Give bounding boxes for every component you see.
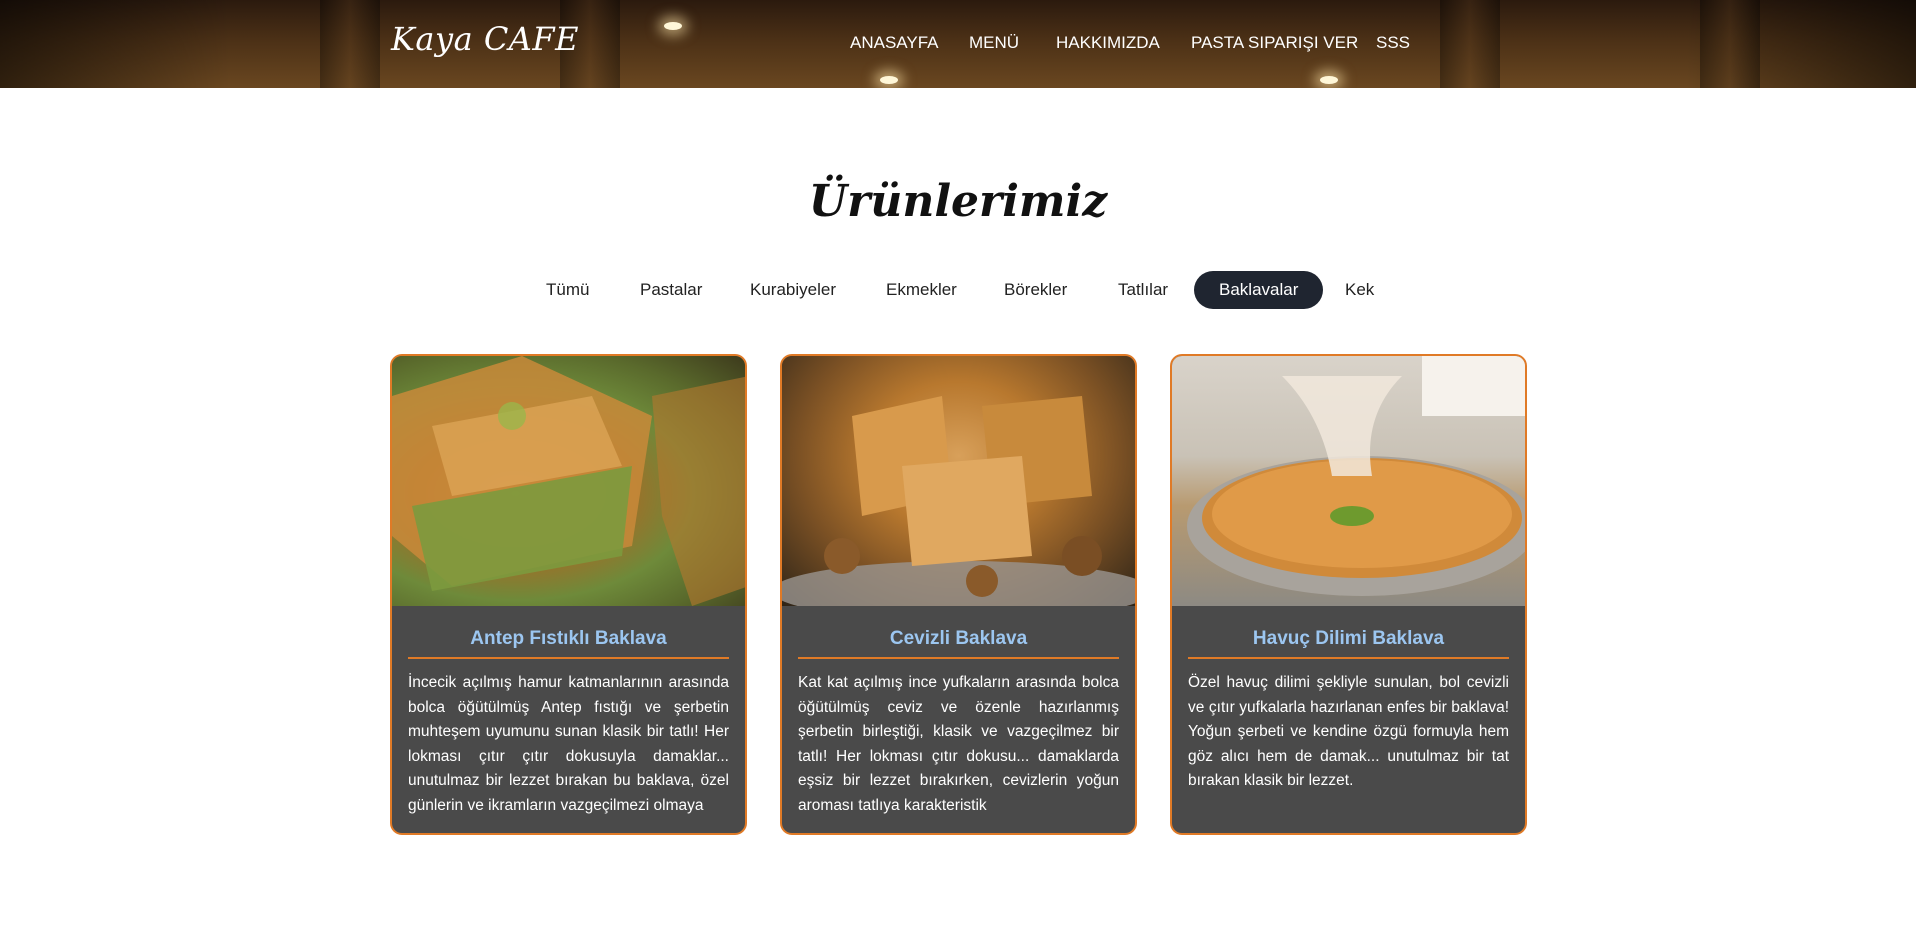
- baklava-pistachio-image: [392, 356, 745, 606]
- nav-faq[interactable]: SSS: [1376, 33, 1410, 53]
- product-name: Havuç Dilimi Baklava: [1188, 621, 1509, 659]
- product-card[interactable]: Havuç Dilimi Baklava Özel havuç dilimi ş…: [1170, 354, 1527, 835]
- ceiling-lamp: [880, 76, 898, 84]
- ceiling-lamp: [1320, 76, 1338, 84]
- product-description: Kat kat açılmış ince yufkaların arasında…: [798, 674, 1119, 814]
- product-description: İncecik açılmış hamur katmanlarının aras…: [408, 674, 729, 814]
- product-card[interactable]: Antep Fıstıklı Baklava İncecik açılmış h…: [390, 354, 747, 835]
- filter-cakes[interactable]: Pastalar: [615, 271, 727, 309]
- filter-desserts[interactable]: Tatlılar: [1093, 271, 1193, 309]
- main-nav: ANASAYFA MENÜ HAKKIMIZDA PASTA SIPARIŞI …: [0, 33, 1916, 57]
- product-description: Özel havuç dilimi şekliyle sunulan, bol …: [1188, 674, 1509, 789]
- products-title: Ürünlerimiz: [808, 176, 1108, 227]
- product-image: [392, 356, 745, 606]
- baklava-walnut-image: [782, 396, 1135, 621]
- ceiling-lamp: [664, 22, 682, 30]
- product-card[interactable]: Cevizli Baklava Kat kat açılmış ince yuf…: [780, 354, 1137, 835]
- product-image: [1172, 356, 1525, 606]
- filter-cookies[interactable]: Kurabiyeler: [725, 271, 861, 309]
- product-name: Cevizli Baklava: [798, 621, 1119, 659]
- filter-cake[interactable]: Kek: [1320, 271, 1399, 309]
- nav-home[interactable]: ANASAYFA: [850, 33, 939, 53]
- product-image: [782, 356, 1135, 621]
- nav-about[interactable]: HAKKIMIZDA: [1056, 33, 1160, 53]
- nav-cake-order[interactable]: PASTA SIPARIŞI VER: [1191, 33, 1358, 53]
- product-name: Antep Fıstıklı Baklava: [408, 621, 729, 659]
- filter-all[interactable]: Tümü: [521, 271, 614, 309]
- baklava-carrot-slice-image: [1187, 356, 1525, 596]
- filter-breads[interactable]: Ekmekler: [861, 271, 982, 309]
- filter-borek[interactable]: Börekler: [979, 271, 1092, 309]
- category-filters: Tümü Pastalar Kurabiyeler Ekmekler Börek…: [0, 271, 1916, 309]
- filter-baklava[interactable]: Baklavalar: [1194, 271, 1324, 309]
- nav-menu[interactable]: MENÜ: [969, 33, 1019, 53]
- site-header: Kaya CAFE ANASAYFA MENÜ HAKKIMIZDA PASTA…: [0, 0, 1916, 88]
